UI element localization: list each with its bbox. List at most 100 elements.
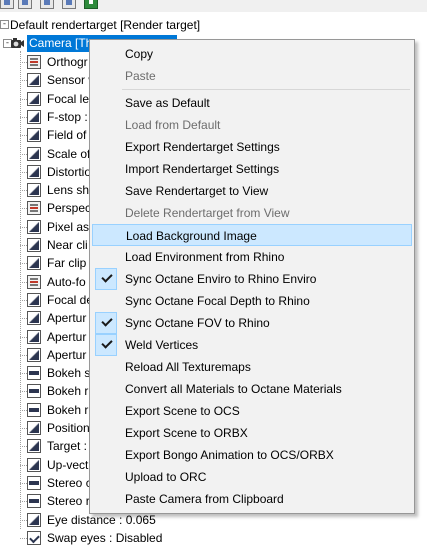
menu-item[interactable]: Export Bongo Animation to OCS/ORBX [92, 444, 412, 466]
toolbar-button[interactable] [18, 0, 32, 9]
slider-icon [27, 457, 41, 472]
tree-item-label: Swap eyes : Disabled [47, 530, 163, 545]
menu-item[interactable]: Paste Camera from Clipboard [92, 488, 412, 510]
slider-icon [27, 73, 41, 88]
menu-item-label: Sync Octane FOV to Rhino [125, 316, 270, 330]
root-label: Default rendertarget [Render target] [10, 18, 201, 32]
menu-item-label: Load Background Image [126, 229, 257, 243]
menu-item-label: Sync Octane Enviro to Rhino Enviro [125, 272, 317, 286]
menu-item-label: Sync Octane Focal Depth to Rhino [125, 294, 310, 308]
tree-item-label: Bokeh r [47, 402, 89, 417]
tree-item-label: Orthogr [47, 55, 88, 69]
check-icon [27, 530, 41, 545]
bar-icon [27, 366, 41, 381]
tree-guide-line [20, 80, 27, 82]
tree-item-label: Apertur [47, 329, 87, 344]
menu-item[interactable]: Copy [92, 43, 412, 65]
tree-guide-line [20, 354, 27, 356]
menu-item-label: Load from Default [125, 118, 221, 132]
menu-item-label: Weld Vertices [125, 338, 199, 352]
menu-item[interactable]: Save Rendertarget to View [92, 180, 412, 202]
tree-item-label: Stereo c [47, 475, 92, 490]
menu-item[interactable]: Export Rendertarget Settings [92, 136, 412, 158]
slider-icon [27, 311, 41, 326]
bar-icon [27, 384, 41, 399]
menu-item-label: Copy [125, 47, 154, 61]
tree-item[interactable]: Swap eyes : Disabled [20, 529, 220, 547]
slider-icon [27, 329, 41, 344]
tree-guide-line [20, 116, 27, 118]
tree-guide-line [20, 62, 27, 63]
menu-item[interactable]: Sync Octane Enviro to Rhino Enviro [92, 268, 412, 290]
menu-separator [122, 89, 410, 90]
checkmark-icon [95, 312, 117, 334]
tree-guide-line [20, 226, 27, 228]
collapse-icon[interactable]: - [0, 20, 9, 29]
tree-item-label: Apertur [47, 311, 87, 326]
bar-icon [27, 475, 41, 490]
menu-item: Paste [92, 65, 412, 87]
menu-item-label: Import Rendertarget Settings [125, 162, 280, 176]
tree-item-label: Up-vect [47, 457, 89, 472]
tree-guide-line [20, 446, 27, 448]
tree-guide-line [20, 135, 27, 137]
checkmark-icon [95, 268, 117, 290]
slider-icon [27, 238, 41, 252]
menu-item-label: Paste Camera from Clipboard [125, 492, 284, 506]
menu-item[interactable]: Export Scene to OCS [92, 400, 412, 422]
enum-icon [27, 201, 41, 216]
toolbar-button[interactable] [62, 0, 76, 9]
menu-item-label: Convert all Materials to Octane Material… [125, 382, 342, 396]
tree-item-label: Focal de [47, 292, 94, 307]
tree-guide-line [20, 245, 27, 246]
tree-item-label: Eye distance : 0.065 [47, 512, 156, 527]
menu-item[interactable]: Import Rendertarget Settings [92, 158, 412, 180]
menu-item: Load from Default [92, 114, 412, 136]
tree-item-label: Bokeh s [47, 366, 91, 381]
menu-item[interactable]: Sync Octane Focal Depth to Rhino [92, 290, 412, 312]
menu-item[interactable]: Export Scene to ORBX [92, 422, 412, 444]
toolbar-icon [44, 0, 50, 5]
tree-guide-line [20, 373, 27, 375]
tree-guide-line [20, 263, 27, 265]
tree-guide-line [20, 153, 27, 155]
tree-guide-line [20, 537, 27, 539]
checkmark-icon [95, 334, 117, 356]
slider-icon [27, 146, 41, 161]
menu-item[interactable]: Sync Octane FOV to Rhino [92, 312, 412, 334]
toolbar-button[interactable] [40, 0, 54, 9]
slider-icon [27, 347, 41, 362]
tree-guide-line [20, 281, 27, 283]
enum-icon [27, 274, 41, 289]
menu-item[interactable]: Upload to ORC [92, 466, 412, 488]
menu-item[interactable]: Load Background Image [92, 224, 412, 246]
menu-item[interactable]: Load Environment from Rhino [92, 246, 412, 268]
menu-item[interactable]: Save as Default [92, 92, 412, 114]
enum-icon [27, 55, 41, 69]
menu-item-label: Upload to ORC [125, 470, 207, 484]
toolbar-icon [22, 0, 28, 5]
menu-item[interactable]: Weld Vertices [92, 334, 412, 356]
tree-guide-line [20, 208, 27, 210]
menu-item-label: Save Rendertarget to View [125, 184, 269, 198]
menu-item[interactable]: Convert all Materials to Octane Material… [92, 378, 412, 400]
toolbar-icon [4, 0, 10, 5]
tree-item-label: Position [47, 421, 90, 435]
slider-icon [27, 512, 41, 527]
toolbar-button[interactable] [84, 0, 98, 9]
tree-item-label: Target : [47, 439, 88, 454]
slider-icon [27, 292, 41, 307]
tree-guide-line [20, 464, 27, 466]
camera-icon [11, 38, 24, 48]
menu-item[interactable]: Reload All Texturemaps [92, 356, 412, 378]
menu-item: Delete Rendertarget from View [92, 202, 412, 224]
tree-item-label: Field of [47, 128, 87, 143]
tree-guide-line [20, 336, 27, 338]
tree-guide-line [20, 318, 27, 320]
tree-item-label: Scale of [47, 146, 91, 161]
slider-icon [27, 256, 41, 271]
bar-icon [27, 402, 41, 417]
tree-guide-line [20, 98, 27, 100]
tree-guide-line [20, 190, 27, 192]
toolbar-button[interactable] [0, 0, 14, 9]
